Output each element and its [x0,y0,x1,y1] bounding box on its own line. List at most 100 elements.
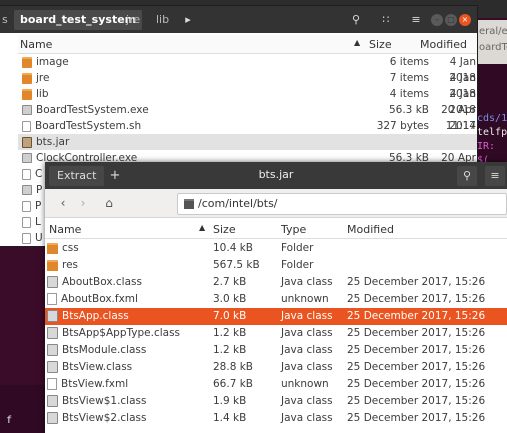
forward-icon[interactable]: › [75,194,91,212]
terminal-window-left[interactable]: f [0,385,45,433]
file-size: 66.7 kB [213,378,254,390]
file-name: U [35,232,43,244]
terminal-header-line1: eral/ex [479,26,507,37]
file-name: AboutBox.fxml [61,293,138,305]
terminal-line: cds/15 [477,113,507,124]
column-size[interactable]: Size [213,223,236,236]
file-size: 6 items [389,56,429,68]
file-size: 10.4 kB [213,242,254,254]
terminal-text: f [6,415,13,426]
archive-row[interactable]: res 567.5 kB Folder [45,257,507,274]
archive-row[interactable]: BtsView.class 28.8 kB Java class 25 Dece… [45,359,507,376]
file-size: 3.0 kB [213,293,247,305]
file-name: BoardTestSystem.exe [36,104,149,116]
file-row[interactable]: BoardTestSystem.sh 327 bytes 11:14 [18,118,477,134]
class-file-icon [47,395,58,407]
view-grid-icon[interactable]: ∷ [376,10,396,30]
column-modified[interactable]: Modified [420,38,467,51]
fxml-file-icon [47,378,57,390]
class-file-icon [47,310,58,322]
archive-row[interactable]: AboutBox.class 2.7 kB Java class 25 Dece… [45,274,507,291]
column-name[interactable]: Name [20,38,52,51]
file-name: bts.jar [36,136,70,148]
file-modified: 25 December 2017, 15:26 [347,412,486,424]
file-row[interactable]: lib 4 items 4 Jan 2018 [18,86,477,116]
minimize-icon[interactable]: – [431,14,443,26]
window-title: bts.jar [258,168,294,181]
archive-row[interactable]: BtsView.fxml 66.7 kB unknown 25 December… [45,376,507,393]
tab-lib[interactable]: lib [150,10,175,30]
file-size: 1.2 kB [213,327,247,339]
terminal-line: telfpg [477,127,507,138]
folder-icon [22,56,32,68]
maximize-icon[interactable]: □ [445,14,457,26]
archive-manager-window[interactable]: Extract + bts.jar ⚲ ≡ ‹ › ⌂ /com/intel/b… [45,162,507,433]
class-file-icon [47,412,58,424]
file-type: Folder [281,259,314,271]
archive-row[interactable]: AboutBox.fxml 3.0 kB unknown 25 December… [45,291,507,308]
folder-icon [47,242,58,254]
chevron-right-icon[interactable]: ▸ [178,10,198,30]
script-icon [22,200,31,212]
path-text: /com/intel/bts/ [198,197,278,210]
class-file-icon [47,361,58,373]
file-row-selected[interactable]: bts.jar [18,134,477,150]
archive-row[interactable]: css 10.4 kB Folder [45,240,507,257]
file-size: 2.7 kB [213,276,247,288]
column-name[interactable]: Name [49,223,81,236]
column-header: Name ▲ Size Modified [18,35,477,54]
file-size: 4 items [389,88,429,100]
file-row[interactable]: image 6 items 4 Jan 2018 [18,54,477,84]
file-name: P [35,200,42,212]
archive-row[interactable]: BtsApp$AppType.class 1.2 kB Java class 2… [45,325,507,342]
file-type: Java class [281,361,333,373]
archive-row[interactable]: BtsView$2.class 1.4 kB Java class 25 Dec… [45,410,507,427]
file-name: BtsView.fxml [61,378,129,390]
file-modified: 25 December 2017, 15:26 [347,344,486,356]
file-row[interactable]: jre 7 items 4 Jan 2018 [18,70,477,100]
executable-icon [22,105,32,115]
search-icon[interactable]: ⚲ [346,10,366,30]
file-name: BtsView$1.class [62,395,147,407]
close-icon[interactable]: × [459,14,471,26]
search-icon[interactable]: ⚲ [457,166,477,186]
script-icon [22,168,31,180]
file-type: unknown [281,378,329,390]
file-size: 1.2 kB [213,344,247,356]
file-type: Java class [281,395,333,407]
archive-row-selected[interactable]: BtsApp.class 7.0 kB Java class 25 Decemb… [45,308,507,325]
column-size[interactable]: Size [369,38,392,51]
home-icon[interactable]: ⌂ [99,194,119,212]
file-name: C [35,168,43,180]
folder-icon [22,88,32,100]
archive-titlebar: Extract + bts.jar ⚲ ≡ [45,162,507,189]
file-manager-titlebar: s board_test_system jre lib ▸ ⚲ ∷ ≡ – □ … [0,6,477,33]
tab-partial[interactable]: s [0,10,10,30]
file-size: 327 bytes [376,120,429,132]
folder-icon [47,259,58,271]
location-path[interactable]: /com/intel/bts/ [177,193,507,215]
file-name: image [36,56,69,68]
file-modified: 11:14 [445,120,476,132]
file-name: jre [36,72,50,84]
executable-icon [22,185,32,195]
archive-row[interactable]: BtsView$1.class 1.9 kB Java class 25 Dec… [45,393,507,410]
file-name: BtsView.class [62,361,133,373]
file-type: unknown [281,293,329,305]
back-icon[interactable]: ‹ [55,194,71,212]
file-row[interactable]: BoardTestSystem.exe 56.3 kB 20 Apr 2017 [18,102,477,132]
file-size: 28.8 kB [213,361,254,373]
folder-icon [22,72,32,84]
file-type: Java class [281,344,333,356]
file-modified: 25 December 2017, 15:26 [347,310,486,322]
archive-row[interactable]: BtsModule.class 1.2 kB Java class 25 Dec… [45,342,507,359]
tab-jre[interactable]: jre [120,10,146,30]
menu-icon[interactable]: ≡ [406,10,426,30]
column-type[interactable]: Type [281,223,306,236]
column-modified[interactable]: Modified [347,223,394,236]
file-size: 1.4 kB [213,412,247,424]
file-name: BoardTestSystem.sh [35,120,142,132]
file-name: L [35,216,41,228]
file-name: BtsApp$AppType.class [62,327,181,339]
menu-icon[interactable]: ≡ [485,166,505,186]
